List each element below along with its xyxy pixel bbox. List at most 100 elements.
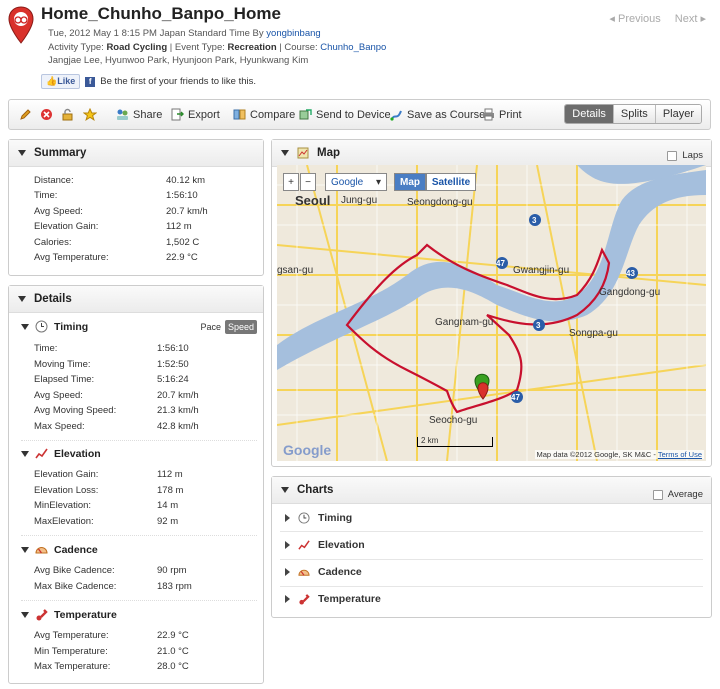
map-provider-select[interactable]: Google ▾: [325, 173, 387, 191]
delete-icon[interactable]: [40, 100, 53, 129]
pace-toggle[interactable]: Pace: [200, 322, 221, 332]
zoom-out-button[interactable]: −: [300, 173, 316, 191]
average-label: Average: [667, 489, 703, 500]
summary-label: Avg Temperature:: [34, 252, 109, 263]
printer-icon: [483, 108, 494, 121]
map-scale: 2 km: [417, 437, 493, 447]
export-icon: [171, 108, 184, 121]
timing-section-header[interactable]: Timing: [21, 320, 88, 333]
facebook-like: 👍Like f Be the first of your friends to …: [41, 74, 256, 89]
tab-splits[interactable]: Splits: [612, 105, 655, 123]
cadence-section-header[interactable]: Cadence: [21, 543, 98, 556]
temperature-label: Max Temperature:: [34, 661, 111, 672]
summary-title: Summary: [34, 147, 87, 159]
timing-value: 1:52:50: [157, 359, 189, 370]
save-as-course-button[interactable]: Save as Course: [390, 100, 485, 129]
elevation-label: MaxElevation:: [34, 516, 94, 527]
attribution-text: Map data ©2012 Google, SK M&C: [536, 450, 652, 459]
average-check[interactable]: [652, 489, 663, 500]
clock-icon: [298, 512, 310, 524]
tab-details[interactable]: Details: [565, 105, 613, 123]
chevron-down-icon: ▾: [375, 176, 381, 188]
export-button[interactable]: Export: [171, 100, 220, 129]
like-label: Like: [57, 76, 76, 86]
chart-item-cadence[interactable]: Cadence: [285, 566, 362, 578]
activity-type-label: Activity Type:: [48, 42, 104, 53]
event-type-label: | Event Type:: [169, 42, 225, 53]
chart-item-temperature[interactable]: Temperature: [285, 593, 381, 605]
star-icon[interactable]: [83, 100, 97, 129]
tab-player[interactable]: Player: [654, 105, 701, 123]
collapse-triangle-icon: [281, 487, 289, 493]
zoom-in-button[interactable]: +: [283, 173, 299, 191]
summary-label: Distance:: [34, 175, 74, 186]
cadence-label: Avg Bike Cadence:: [34, 565, 115, 576]
details-header[interactable]: Details: [9, 286, 263, 313]
print-button[interactable]: Print: [482, 100, 522, 129]
map-type-satellite-button[interactable]: Satellite: [426, 173, 476, 191]
map-header[interactable]: Map: [272, 140, 711, 167]
timing-value: 5:16:24: [157, 374, 189, 385]
share-button[interactable]: Share: [116, 100, 162, 129]
timing-label: Moving Time:: [34, 359, 91, 370]
cadence-title: Cadence: [54, 543, 98, 556]
collapse-triangle-icon: [18, 150, 26, 156]
elevation-icon: [35, 448, 48, 459]
collapse-triangle-icon: [21, 450, 29, 457]
next-link[interactable]: Next ▸: [675, 12, 706, 25]
compare-icon: [233, 109, 246, 120]
summary-label: Avg Speed:: [34, 206, 83, 217]
activity-header: Home_Chunho_Banpo_Home Tue, 2012 May 1 8…: [0, 0, 720, 96]
summary-value: 40.12 km: [166, 175, 206, 186]
author-link[interactable]: yongbinbang: [266, 28, 320, 39]
event-type-value: Recreation: [227, 42, 277, 53]
chart-item-elevation[interactable]: Elevation: [285, 539, 365, 551]
map-type-map-button[interactable]: Map: [394, 173, 426, 191]
cadence-label: Max Bike Cadence:: [34, 581, 117, 592]
charts-header[interactable]: Charts: [272, 477, 711, 504]
temperature-section-header[interactable]: Temperature: [21, 608, 117, 621]
timing-label: Avg Speed:: [34, 390, 83, 401]
map-attribution: Map data ©2012 Google, SK M&C - Terms of…: [534, 450, 704, 459]
pagination: ◂ Previous Next ▸: [609, 12, 706, 25]
summary-label: Elevation Gain:: [34, 221, 99, 232]
previous-link[interactable]: ◂ Previous: [609, 12, 660, 25]
map-label-seongdong: Seongdong-gu: [407, 197, 473, 208]
timing-label: Elapsed Time:: [34, 374, 95, 385]
details-title: Details: [34, 293, 72, 305]
laps-checkbox[interactable]: Laps: [667, 150, 703, 161]
cadence-value: 183 rpm: [157, 581, 192, 592]
average-checkbox[interactable]: Average: [652, 489, 703, 500]
svg-text:3: 3: [536, 321, 541, 330]
charts-title: Charts: [297, 484, 334, 496]
like-button[interactable]: 👍Like: [41, 74, 81, 89]
terms-link[interactable]: Terms of Use: [658, 450, 702, 459]
svg-text:47: 47: [496, 259, 505, 268]
expand-triangle-icon: [285, 595, 290, 603]
activity-date: Tue, 2012 May 1 8:15 PM Japan Standard T…: [48, 28, 321, 39]
temperature-label: Min Temperature:: [34, 646, 108, 657]
map-provider-value: Google: [331, 176, 364, 188]
timing-label: Max Speed:: [34, 421, 85, 432]
thermometer-icon: [299, 594, 310, 605]
lock-icon[interactable]: [61, 100, 74, 129]
map-label-seocho: Seocho-gu: [429, 415, 477, 426]
send-to-device-button[interactable]: Send to Device: [299, 100, 391, 129]
map-label-gangdong: Gangdong-gu: [599, 287, 660, 298]
summary-header[interactable]: Summary: [9, 140, 263, 167]
chart-item-label: Temperature: [318, 593, 381, 605]
route-map[interactable]: Seoul Jung-gu Seongdong-gu Gwangjin-gu G…: [277, 165, 706, 461]
compare-button[interactable]: Compare: [233, 100, 295, 129]
date-text: Tue, 2012 May 1 8:15 PM Japan Standard T…: [48, 28, 264, 39]
collapse-triangle-icon: [21, 546, 29, 553]
laps-check[interactable]: [667, 150, 678, 161]
edit-icon[interactable]: [19, 100, 32, 129]
course-icon: [390, 110, 402, 121]
elevation-section-header[interactable]: Elevation: [21, 447, 101, 460]
chart-item-timing[interactable]: Timing: [285, 512, 352, 524]
temperature-value: 21.0 °C: [157, 646, 189, 657]
divider: [280, 559, 703, 560]
summary-value: 1:56:10: [166, 190, 198, 201]
speed-toggle[interactable]: Speed: [224, 320, 257, 334]
course-link[interactable]: Chunho_Banpo: [320, 42, 386, 53]
